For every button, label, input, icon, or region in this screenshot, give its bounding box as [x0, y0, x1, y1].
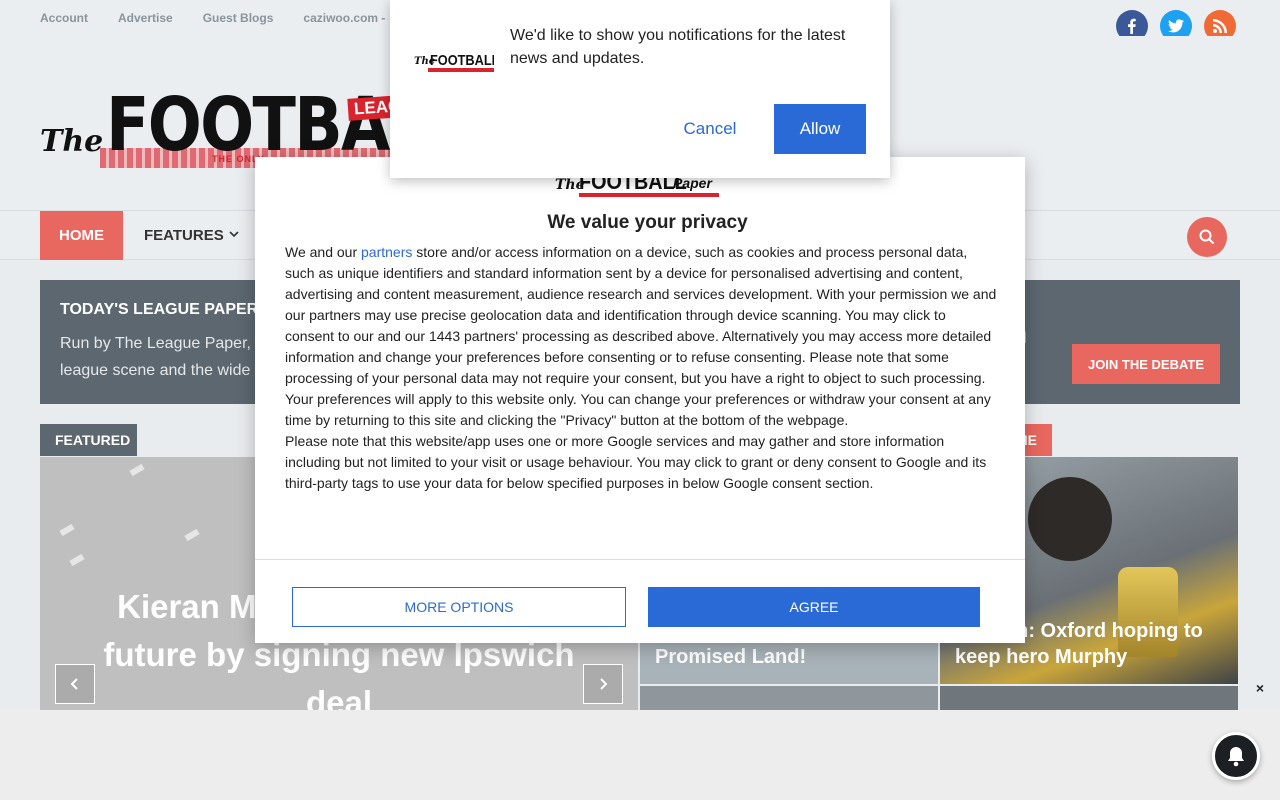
top-link-advertise[interactable]: Advertise [118, 11, 173, 25]
push-prompt-message: We'd like to show you notifications for … [510, 27, 846, 67]
top-link-caziwoo[interactable]: caziwoo.com - [303, 11, 385, 25]
rss-glyph [1213, 19, 1227, 33]
join-the-debate-button[interactable]: JOIN THE DEBATE [1072, 344, 1220, 384]
ad-close-button[interactable]: × [1252, 680, 1268, 696]
search-icon [1199, 229, 1215, 245]
promo-title: TODAY'S LEAGUE PAPER VE [60, 301, 285, 318]
consent-title: We value your privacy [547, 212, 748, 233]
bell-icon [1228, 747, 1244, 767]
push-allow-button[interactable]: Allow [774, 104, 866, 154]
consent-paragraph-2: Please note that this website/app uses o… [285, 433, 987, 491]
consent-body-text-1: store and/or access information on a dev… [285, 244, 997, 428]
featured-label: FEATURED [40, 424, 137, 456]
background-speck [184, 528, 200, 542]
player-photo [1028, 477, 1112, 561]
consent-paragraph-1: We and our partners store and/or access … [285, 242, 997, 431]
article-card-title[interactable]: Promised Land! [655, 644, 926, 670]
partners-link[interactable]: partners [361, 244, 412, 260]
background-speck [59, 523, 75, 537]
push-logo-word: FOOTBALL [430, 52, 494, 69]
push-logo-bar [428, 68, 494, 72]
twitter-glyph [1168, 19, 1184, 33]
slider-next-button[interactable] [583, 664, 623, 704]
push-prompt-logo: The FOOTBALL [414, 42, 494, 86]
more-options-button[interactable]: MORE OPTIONS [292, 587, 626, 627]
top-link-account[interactable]: Account [40, 11, 88, 25]
consent-intro: We and our [285, 244, 358, 260]
push-cancel-button[interactable]: Cancel [662, 104, 758, 154]
slider-prev-button[interactable] [55, 664, 95, 704]
top-link-guest-blogs[interactable]: Guest Blogs [203, 11, 274, 25]
logo-the: The [40, 124, 104, 159]
background-speck [69, 553, 85, 567]
bottom-ad-bar [0, 710, 1280, 800]
chevron-left-icon [70, 678, 78, 690]
consent-logo-bar [579, 193, 719, 197]
background-speck [129, 463, 145, 477]
consent-footer: MORE OPTIONS AGREE [255, 559, 1025, 643]
nav-features-label: FEATURES [144, 227, 224, 244]
search-button[interactable] [1187, 217, 1227, 257]
top-links: Account Advertise Guest Blogs caziwoo.co… [40, 0, 385, 36]
nav-features[interactable]: FEATURES [144, 211, 239, 260]
facebook-glyph [1128, 18, 1136, 34]
notification-bell-button[interactable] [1212, 732, 1260, 780]
chevron-right-icon [600, 678, 608, 690]
nav-home[interactable]: HOME [40, 211, 123, 260]
privacy-consent-dialog: The FOOTBALL Paper We value your privacy… [255, 157, 1025, 643]
push-notification-prompt: The FOOTBALL We'd like to show you notif… [390, 0, 890, 178]
chevron-down-icon [229, 230, 239, 241]
consent-body: We and our partners store and/or access … [285, 242, 997, 494]
agree-button[interactable]: AGREE [648, 587, 980, 627]
